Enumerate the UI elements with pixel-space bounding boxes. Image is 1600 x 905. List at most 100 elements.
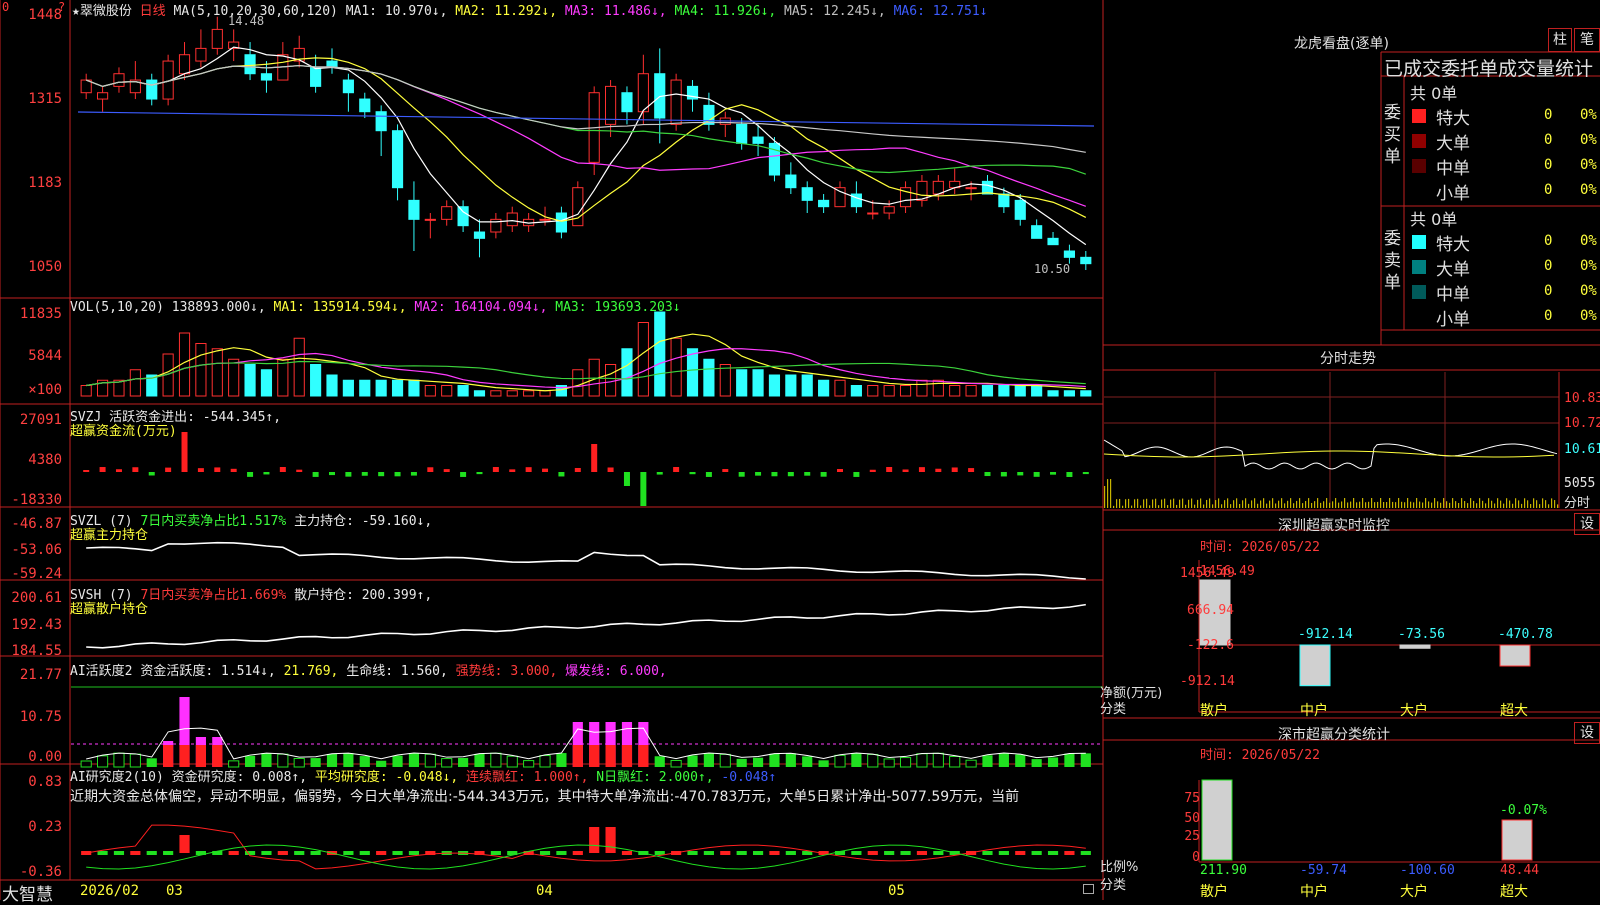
- classify-top-label: -0.07%: [1500, 803, 1547, 818]
- ma3-value: MA3: 11.486↓,: [564, 4, 667, 19]
- rect: [738, 472, 745, 477]
- candle-body: [768, 142, 781, 176]
- intraday-volume-bar: [1173, 498, 1175, 508]
- sell-color-swatch: [1412, 310, 1426, 324]
- buy-row-name: 大单: [1436, 134, 1470, 154]
- classify-y-tick: 75: [1184, 791, 1200, 806]
- active-bar: [932, 752, 944, 768]
- classify-y-tick: 0: [1192, 850, 1200, 865]
- intraday-volume-bar: [1500, 500, 1502, 508]
- app-logo[interactable]: 大智慧: [2, 880, 53, 905]
- intraday-volume-bar: [1452, 498, 1454, 508]
- vol-ma2: MA2: 164104.094↓,: [414, 300, 548, 315]
- research-bar: [900, 851, 911, 855]
- intraday-volume-bar: [1107, 479, 1109, 508]
- research-bar: [392, 851, 403, 855]
- candle-body: [375, 111, 387, 132]
- high-price-mark: 14.48: [228, 14, 265, 28]
- intraday-volume-bar: [1206, 499, 1208, 508]
- volume-bar: [768, 374, 781, 397]
- research-bar: [261, 851, 272, 855]
- intraday-volume-bar: [1443, 498, 1445, 508]
- intraday-volume-bar: [1281, 498, 1283, 508]
- rect: [247, 472, 254, 477]
- intraday-volume-bar: [1245, 498, 1247, 508]
- rect: [951, 467, 958, 472]
- intraday-volume-bar: [1326, 498, 1328, 508]
- candle-body: [244, 54, 256, 75]
- vol-value: 138893.000↓,: [171, 300, 266, 315]
- intraday-volume-bar: [1263, 498, 1265, 508]
- research-bar: [97, 851, 108, 855]
- candle-body: [998, 193, 1010, 208]
- ai-life-line: 生命线: 1.560,: [346, 664, 448, 679]
- intraday-volume-bar: [1323, 501, 1325, 508]
- candle-body: [211, 28, 223, 49]
- intraday-volume-bar: [1266, 503, 1268, 508]
- intraday-volume-bar: [1287, 500, 1289, 508]
- bar-mode-button[interactable]: 柱: [1548, 28, 1572, 52]
- volume-bar: [899, 385, 912, 397]
- active-bar: [556, 753, 567, 767]
- stock-name[interactable]: ★翠微股份: [72, 4, 132, 19]
- intraday-volume-bar: [1377, 501, 1379, 508]
- ma-line: [85, 46, 1087, 246]
- intraday-volume-bar: [1371, 498, 1373, 508]
- monitor-xlabel: 分类: [1100, 702, 1127, 717]
- period-label[interactable]: 日线: [140, 4, 166, 19]
- research-bar: [294, 851, 305, 855]
- rect: [886, 467, 893, 472]
- rect: [509, 469, 516, 472]
- monitor-y-tick: -122.6: [1187, 638, 1234, 653]
- rect: [345, 472, 352, 477]
- intraday-volume-bar: [1305, 501, 1307, 508]
- sell-color-swatch: [1412, 260, 1426, 274]
- research-bar-red: [179, 835, 190, 853]
- main-chart-canvas[interactable]: [0, 0, 1600, 900]
- order-mode-button[interactable]: 笔: [1574, 28, 1600, 52]
- volume-bar: [473, 390, 486, 397]
- intraday-volume-bar: [1260, 500, 1262, 508]
- intraday-volume-bar: [1161, 499, 1163, 508]
- classify-settings-button[interactable]: 设: [1574, 722, 1600, 744]
- active-bar-red: [212, 745, 223, 767]
- research-bar-red: [605, 827, 616, 853]
- candle-body: [572, 187, 584, 227]
- candle-body: [736, 123, 748, 144]
- volume-bar: [129, 369, 141, 397]
- rect: [623, 472, 630, 486]
- sell-row-percent: 0%: [1580, 258, 1597, 274]
- volume-bar: [228, 358, 240, 397]
- intraday-volume-bar: [1293, 503, 1295, 508]
- x-axis-label: 04: [536, 883, 553, 899]
- monitor-settings-button[interactable]: 设: [1574, 513, 1600, 535]
- intraday-volume-bar: [1218, 498, 1220, 508]
- rect: [689, 472, 696, 475]
- classify-value: 211.90: [1200, 863, 1247, 878]
- ai-research-label: AI研究度2(10): [70, 770, 164, 785]
- intraday-volume-bar: [1428, 501, 1430, 508]
- research-bar: [310, 851, 321, 855]
- volume-bar: [670, 337, 682, 397]
- intraday-volume-bar: [1380, 498, 1382, 508]
- research-bar: [998, 851, 1009, 855]
- buy-row-value: 0: [1544, 182, 1553, 198]
- active-bar-red: [605, 745, 616, 767]
- intraday-volume-bar: [1248, 503, 1250, 508]
- candle-body: [146, 79, 158, 100]
- intraday-volume-bar: [1143, 499, 1145, 508]
- intraday-volume-bar: [1242, 500, 1244, 508]
- intraday-volume-bar: [1194, 504, 1196, 508]
- volume-bar: [1080, 390, 1092, 397]
- buy-row-value: 0: [1544, 107, 1553, 123]
- rect: [542, 468, 549, 472]
- research-bar: [933, 851, 944, 855]
- intraday-volume-bar: [1431, 502, 1433, 508]
- lock-icon[interactable]: [1083, 884, 1094, 894]
- classify-category: 中户: [1300, 884, 1328, 900]
- active-bar: [408, 753, 420, 767]
- research-bar: [146, 851, 157, 855]
- intraday-volume-bar: [1470, 498, 1472, 508]
- intraday-volume-bar: [1182, 498, 1184, 508]
- candle-body: [359, 98, 371, 113]
